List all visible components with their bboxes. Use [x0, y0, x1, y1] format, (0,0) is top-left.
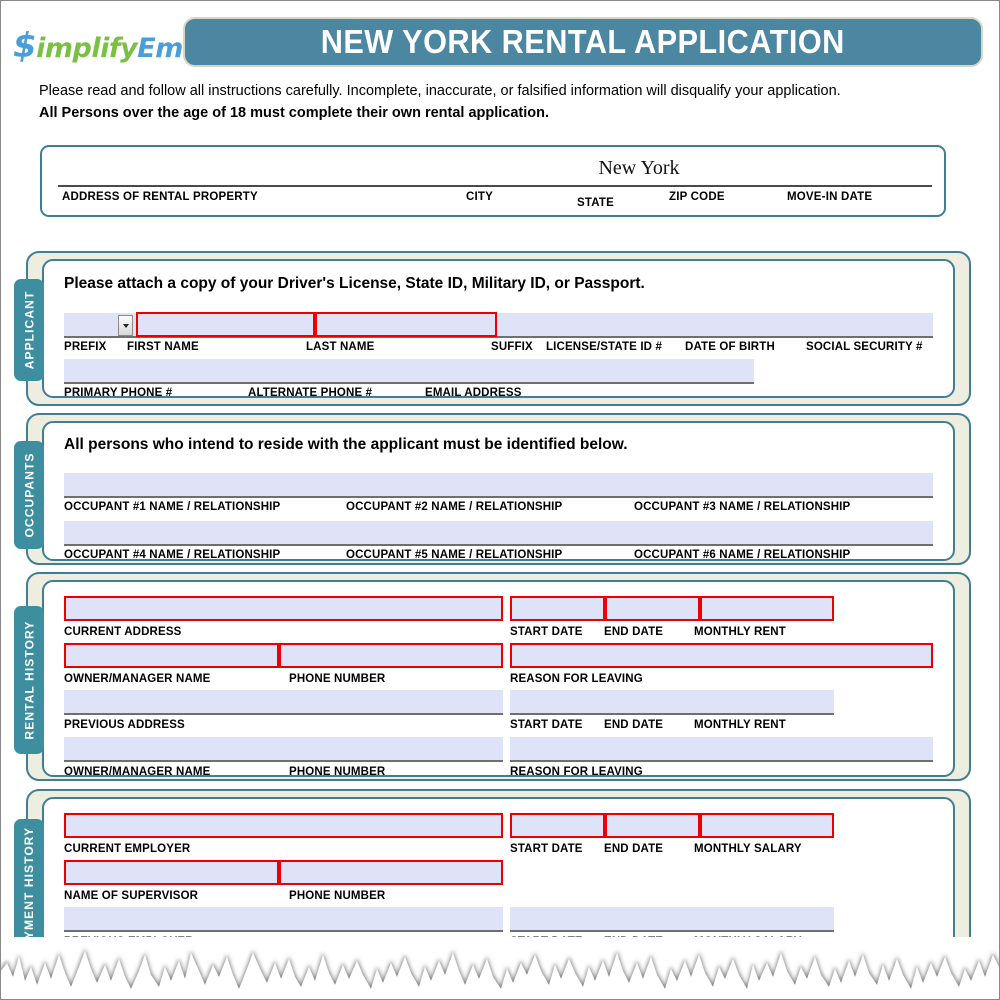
label-occupant-1: OCCUPANT #1 NAME / RELATIONSHIP [64, 501, 281, 513]
label-name-of-supervisor: NAME OF SUPERVISOR [64, 890, 199, 902]
label-zip-code: ZIP CODE [669, 191, 725, 203]
owner-manager-name-input[interactable] [64, 643, 279, 668]
current-employer-input[interactable] [64, 813, 503, 838]
state-value: New York [598, 157, 680, 179]
employment-start-date-input[interactable] [510, 813, 605, 838]
label-current-address: CURRENT ADDRESS [64, 626, 182, 638]
label-rh-monthly-rent: MONTHLY RENT [694, 626, 786, 638]
label-prev-owner-manager-name: OWNER/MANAGER NAME [64, 766, 211, 778]
label-owner-phone-number: PHONE NUMBER [289, 673, 386, 685]
first-name-input[interactable] [136, 312, 315, 337]
label-prev-owner-phone-number: PHONE NUMBER [289, 766, 386, 778]
label-occupant-5: OCCUPANT #5 NAME / RELATIONSHIP [346, 549, 563, 561]
previous-address-input[interactable] [64, 690, 503, 715]
label-previous-address: PREVIOUS ADDRESS [64, 719, 185, 731]
logo-text-implify: implify [36, 33, 138, 64]
current-end-date-input[interactable] [605, 596, 700, 621]
label-owner-manager-name: OWNER/MANAGER NAME [64, 673, 211, 685]
sidebar-tab-occupants-label: OCCUPANTS [22, 452, 37, 538]
label-eh-monthly-salary: MONTHLY SALARY [694, 843, 802, 855]
instructions-line-2: All Persons over the age of 18 must comp… [39, 104, 550, 121]
label-city: CITY [466, 191, 493, 203]
label-prefix: PREFIX [64, 341, 107, 353]
simplifyem-logo: $implifyEm [13, 26, 183, 66]
label-current-employer: CURRENT EMPLOYER [64, 843, 191, 855]
rental-application-page: $implifyEm NEW YORK RENTAL APPLICATION P… [0, 0, 1000, 1000]
page-header: $implifyEm NEW YORK RENTAL APPLICATION [1, 17, 999, 69]
label-state: STATE [577, 197, 614, 209]
label-rh-end-date: END DATE [604, 626, 664, 638]
monthly-salary-input[interactable] [700, 813, 834, 838]
supervisor-name-input[interactable] [64, 860, 279, 885]
label-rh-prev-start-date: START DATE [510, 719, 583, 731]
label-supervisor-phone-number: PHONE NUMBER [289, 890, 386, 902]
label-suffix: SUFFIX [491, 341, 533, 353]
label-alternate-phone: ALTERNATE PHONE # [248, 387, 373, 399]
current-address-input[interactable] [64, 596, 503, 621]
current-monthly-rent-input[interactable] [700, 596, 834, 621]
sidebar-tab-applicant[interactable]: APPLICANT [14, 279, 44, 381]
torn-paper-edge [1, 937, 999, 999]
prefix-dropdown-button[interactable] [118, 315, 133, 336]
sidebar-tab-occupants[interactable]: OCCUPANTS [14, 441, 44, 549]
label-address-of-rental-property: ADDRESS OF RENTAL PROPERTY [62, 191, 258, 203]
label-occupant-3: OCCUPANT #3 NAME / RELATIONSHIP [634, 501, 851, 513]
label-eh-end-date: END DATE [604, 843, 664, 855]
previous-employment-dates-strip[interactable] [510, 907, 834, 932]
label-rh-prev-monthly-rent: MONTHLY RENT [694, 719, 786, 731]
occupants-section: All persons who intend to reside with th… [14, 413, 971, 565]
instructions-line-1: Please read and follow all instructions … [39, 83, 841, 99]
applicant-card: Please attach a copy of your Driver's Li… [42, 259, 955, 399]
address-labels: ADDRESS OF RENTAL PROPERTY CITY STATE ZI… [42, 188, 948, 216]
rental-property-box: New York ADDRESS OF RENTAL PROPERTY CITY… [40, 145, 946, 217]
rental-history-section: CURRENT ADDRESS START DATE END DATE MONT… [14, 572, 971, 781]
chevron-down-icon [122, 323, 129, 328]
previous-dates-rent-strip[interactable] [510, 690, 834, 715]
torn-edge-shape [1, 951, 999, 999]
previous-owner-manager-input[interactable] [64, 737, 503, 762]
label-license-state-id: LICENSE/STATE ID # [546, 341, 663, 353]
applicant-row2-strip[interactable] [64, 359, 754, 384]
label-occupant-2: OCCUPANT #2 NAME / RELATIONSHIP [346, 501, 563, 513]
reason-for-leaving-input[interactable] [510, 643, 933, 668]
label-occupant-6: OCCUPANT #6 NAME / RELATIONSHIP [634, 549, 851, 561]
label-first-name: FIRST NAME [127, 341, 199, 353]
rental-history-card: CURRENT ADDRESS START DATE END DATE MONT… [42, 580, 955, 778]
label-move-in-date: MOVE-IN DATE [787, 191, 873, 203]
logo-dollar-icon: $ [13, 26, 37, 66]
previous-reason-for-leaving-input[interactable] [510, 737, 933, 762]
label-reason-for-leaving: REASON FOR LEAVING [510, 673, 643, 685]
sidebar-tab-rental-history[interactable]: RENTAL HISTORY [14, 606, 44, 754]
instructions-block: Please read and follow all instructions … [39, 81, 949, 125]
sidebar-tab-rental-history-label: RENTAL HISTORY [22, 620, 36, 740]
label-eh-start-date: START DATE [510, 843, 583, 855]
current-start-date-input[interactable] [510, 596, 605, 621]
applicant-section: Please attach a copy of your Driver's Li… [14, 251, 971, 406]
logo-text-em: Em [137, 33, 183, 64]
label-prev-reason-for-leaving: REASON FOR LEAVING [510, 766, 643, 778]
occupants-row1-strip[interactable] [64, 473, 933, 498]
title-banner: NEW YORK RENTAL APPLICATION [183, 17, 983, 67]
previous-employer-input[interactable] [64, 907, 503, 932]
label-social-security: SOCIAL SECURITY # [806, 341, 923, 353]
applicant-heading: Please attach a copy of your Driver's Li… [64, 275, 645, 292]
label-occupant-4: OCCUPANT #4 NAME / RELATIONSHIP [64, 549, 281, 561]
page-title: NEW YORK RENTAL APPLICATION [320, 23, 846, 60]
sidebar-tab-applicant-label: APPLICANT [22, 290, 37, 370]
supervisor-phone-number-input[interactable] [279, 860, 503, 885]
owner-phone-number-input[interactable] [279, 643, 503, 668]
label-last-name: LAST NAME [306, 341, 375, 353]
occupants-row2-strip[interactable] [64, 521, 933, 546]
employment-end-date-input[interactable] [605, 813, 700, 838]
last-name-input[interactable] [315, 312, 497, 337]
occupants-card: All persons who intend to reside with th… [42, 421, 955, 561]
label-primary-phone: PRIMARY PHONE # [64, 387, 173, 399]
occupants-heading: All persons who intend to reside with th… [64, 436, 628, 453]
label-rh-prev-end-date: END DATE [604, 719, 664, 731]
label-rh-start-date: START DATE [510, 626, 583, 638]
address-rule [58, 185, 932, 187]
label-email-address: EMAIL ADDRESS [425, 387, 522, 399]
label-date-of-birth: DATE OF BIRTH [685, 341, 775, 353]
